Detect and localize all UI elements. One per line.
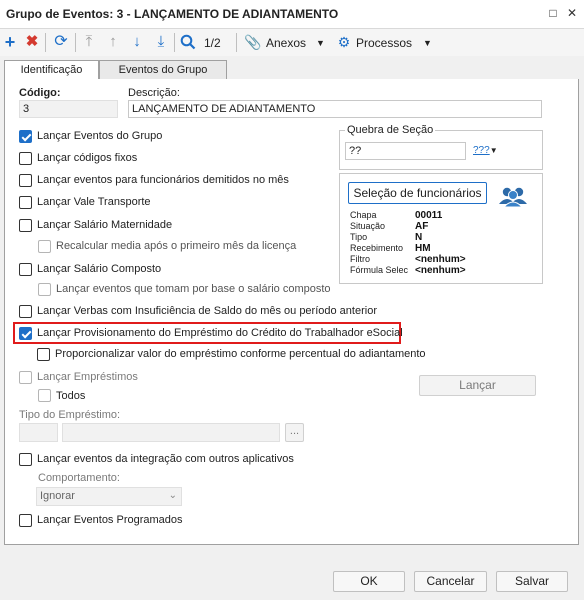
lancar-salario-maternidade-checkbox[interactable] <box>19 219 32 232</box>
info-label: Chapa <box>350 210 377 220</box>
toolbar-separator <box>45 33 46 52</box>
lancar-emprestimos-checkbox[interactable] <box>19 371 32 384</box>
lancar-verbas-insuficiencia-checkbox[interactable] <box>19 305 32 318</box>
eventos-salario-composto-checkbox[interactable] <box>38 283 51 296</box>
eventos-salario-composto-label: Lançar eventos que tomam por base o salá… <box>56 283 331 295</box>
refresh-icon[interactable]: ⟳ <box>52 33 70 51</box>
recalcular-media-label: Recalcular media após o primeiro mês da … <box>56 240 297 252</box>
lancar-provisionamento-checkbox[interactable] <box>19 327 32 340</box>
processos-menu[interactable]: Processos <box>356 36 412 50</box>
tab-identificacao[interactable]: Identificação <box>4 60 99 81</box>
previous-record-icon[interactable]: ↑ <box>104 33 122 51</box>
toolbar-separator <box>75 33 76 52</box>
window-title: Grupo de Eventos: 3 - LANÇAMENTO DE ADIA… <box>6 7 339 21</box>
lancar-eventos-grupo-checkbox[interactable] <box>19 130 32 143</box>
toolbar-separator <box>236 33 237 52</box>
lancar-salario-maternidade-label: Lançar Salário Maternidade <box>37 219 173 231</box>
info-value: <nenhum> <box>415 265 466 276</box>
selecao-funcionarios-button[interactable]: Seleção de funcionários <box>348 182 487 204</box>
chevron-down-icon: ⌄ <box>168 490 177 501</box>
comportamento-label: Comportamento: <box>38 472 120 484</box>
quebra-secao-picker-label: ??? <box>473 145 490 156</box>
gear-icon[interactable]: ⚙ <box>335 33 353 51</box>
comportamento-value: Ignorar <box>40 490 75 502</box>
add-icon[interactable]: + <box>1 33 19 51</box>
lancar-integracao-label: Lançar eventos da integração com outros … <box>37 453 294 465</box>
lancar-salario-composto-checkbox[interactable] <box>19 263 32 276</box>
tipo-emprestimo-label: Tipo do Empréstimo: <box>19 409 121 421</box>
lancar-provisionamento-label: Lançar Provisionamento do Empréstimo do … <box>37 327 403 339</box>
codigo-field[interactable]: 3 <box>19 100 118 118</box>
info-value: AF <box>415 221 429 232</box>
proporcionalizar-checkbox[interactable] <box>37 348 50 361</box>
last-record-icon[interactable]: ⤓ <box>152 33 170 51</box>
ok-button[interactable]: OK <box>333 571 405 592</box>
lancar-demitidos-checkbox[interactable] <box>19 174 32 187</box>
lancar-codigos-fixos-label: Lançar códigos fixos <box>37 152 138 164</box>
lancar-integracao-checkbox[interactable] <box>19 453 32 466</box>
info-value: 00011 <box>415 210 443 221</box>
next-record-icon[interactable]: ↓ <box>128 33 146 51</box>
page-indicator: 1/2 <box>204 36 221 50</box>
info-label: Tipo <box>350 232 368 242</box>
lancar-eventos-grupo-label: Lançar Eventos do Grupo <box>37 130 163 142</box>
info-label: Recebimento <box>350 243 404 253</box>
todos-checkbox[interactable] <box>38 389 51 402</box>
info-label: Situação <box>350 221 386 231</box>
descricao-label: Descrição: <box>128 87 180 99</box>
delete-icon[interactable]: ✖ <box>23 33 41 51</box>
chevron-down-icon[interactable]: ▼ <box>316 38 325 48</box>
toolbar-separator <box>174 33 175 52</box>
users-icon[interactable] <box>497 184 529 208</box>
first-record-icon[interactable]: ⤒ <box>80 33 98 51</box>
comportamento-select[interactable]: Ignorar ⌄ <box>36 487 182 506</box>
codigo-label: Código: <box>19 87 61 99</box>
proporcionalizar-label: Proporcionalizar valor do empréstimo con… <box>55 348 426 360</box>
tab-eventos-do-grupo[interactable]: Eventos do Grupo <box>99 60 227 80</box>
maximize-icon[interactable]: □ <box>545 5 561 21</box>
info-label: Filtro <box>350 254 370 264</box>
todos-label: Todos <box>56 390 86 402</box>
lancar-vale-transporte-checkbox[interactable] <box>19 196 32 209</box>
info-value: <nenhum> <box>415 254 466 265</box>
lancar-eventos-programados-label: Lançar Eventos Programados <box>37 514 183 526</box>
lancar-verbas-insuficiencia-label: Lançar Verbas com Insuficiência de Saldo… <box>37 305 377 317</box>
tipo-emprestimo-desc-field[interactable] <box>62 423 280 442</box>
quebra-secao-picker[interactable]: ???▼ <box>473 143 501 159</box>
quebra-secao-field[interactable]: ?? <box>345 142 466 160</box>
descricao-field[interactable]: LANÇAMENTO DE ADIANTAMENTO <box>128 100 542 118</box>
lancar-eventos-programados-checkbox[interactable] <box>19 514 32 527</box>
tipo-emprestimo-lookup-button[interactable]: ... <box>285 423 304 442</box>
lancar-demitidos-label: Lançar eventos para funcionários demitid… <box>37 174 289 186</box>
lancar-button[interactable]: Lançar <box>419 375 536 396</box>
tipo-emprestimo-code-field[interactable] <box>19 423 58 442</box>
lancar-emprestimos-label: Lançar Empréstimos <box>37 371 138 383</box>
cancel-button[interactable]: Cancelar <box>414 571 487 592</box>
info-value: HM <box>415 243 431 254</box>
info-values: 00011 AF N HM <nenhum> <nenhum> <box>415 210 466 276</box>
recalcular-media-checkbox[interactable] <box>38 240 51 253</box>
info-label: Fórmula Selec <box>350 265 409 275</box>
chevron-down-icon: ▼ <box>489 146 498 155</box>
save-button[interactable]: Salvar <box>496 571 568 592</box>
chevron-down-icon[interactable]: ▼ <box>423 38 432 48</box>
info-labels: Chapa Situação Tipo Recebimento Filtro F… <box>350 210 408 276</box>
lancar-vale-transporte-label: Lançar Vale Transporte <box>37 196 151 208</box>
paperclip-icon[interactable]: 📎 <box>244 33 262 51</box>
search-icon[interactable] <box>179 33 197 51</box>
info-value: N <box>415 232 423 243</box>
anexos-menu[interactable]: Anexos <box>266 36 306 50</box>
lancar-salario-composto-label: Lançar Salário Composto <box>37 263 162 275</box>
quebra-secao-label: Quebra de Seção <box>345 124 436 136</box>
close-icon[interactable]: ✕ <box>564 5 580 21</box>
lancar-codigos-fixos-checkbox[interactable] <box>19 152 32 165</box>
